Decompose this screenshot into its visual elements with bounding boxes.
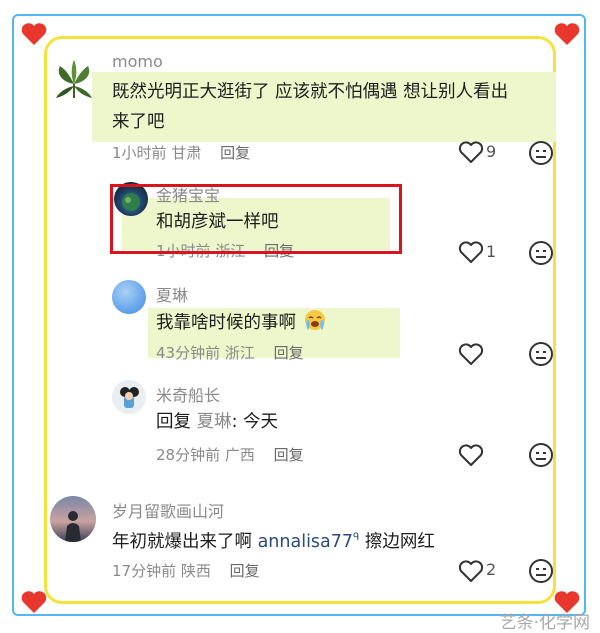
timestamp: 28分钟前 [156,446,221,464]
username[interactable]: 夏琳 [156,282,188,306]
location: 广西 [224,446,255,464]
person-silhouette-avatar-icon [65,511,81,542]
comment-text: 既然光明正大逛街了 应该就不怕偶遇 想让别人看出 来了吧 [112,78,552,136]
heart-outline-icon[interactable] [458,559,484,583]
comment-text: 我靠啥时候的事啊 [156,308,328,337]
like-count: 1 [486,242,497,261]
like-count: 2 [486,560,497,579]
timestamp: 43分钟前 [156,344,221,362]
comment-text: 回复 夏琳: 今天 [156,408,278,436]
comment-text-line: 既然光明正大逛街了 应该就不怕偶遇 想让别人看出 [112,82,509,102]
timestamp: 17分钟前 [112,562,177,580]
heart-outline-icon[interactable] [458,342,484,366]
user-mention[interactable]: annalisa77ᑫ [258,532,360,552]
heart-outline-icon[interactable] [458,443,484,467]
avatar[interactable] [52,58,96,102]
reply-button[interactable]: 回复 [274,344,304,362]
username[interactable]: momo [112,52,163,71]
avatar[interactable] [112,380,146,414]
reply-prefix: 回复 [156,412,191,432]
location: 浙江 [224,344,255,362]
reply-button[interactable]: 回复 [220,144,250,162]
username[interactable]: 岁月留歌画山河 [112,498,224,522]
comment-text-content: 擦边网红 [364,531,435,552]
meh-face-icon[interactable] [528,442,554,468]
timestamp: 1小时前 [112,144,167,162]
watermark: 艺条·化学网 [499,613,590,633]
comment-text-content: 年初就爆出来了啊 [112,531,252,552]
mention-badge: ᑫ [353,532,360,543]
avatar[interactable] [112,280,146,314]
comment-text: 年初就爆出来了啊 annalisa77ᑫ 擦边网红 [112,524,435,556]
like-count: 9 [486,142,497,161]
heart-outline-icon[interactable] [458,140,484,164]
comment-meta: 17分钟前 陕西 回复 [112,560,260,581]
meh-face-icon[interactable] [528,140,554,166]
reply-button[interactable]: 回复 [274,446,304,464]
location: 陕西 [180,562,211,580]
comment-text-content: 我靠啥时候的事啊 [156,313,296,333]
comment-meta: 43分钟前 浙江 回复 [156,342,304,363]
cartoon-avatar-icon [120,387,139,408]
heart-icon [554,23,580,45]
meh-face-icon[interactable] [528,341,554,367]
comment-meta: 1小时前 甘肃 回复 [112,142,250,163]
meh-face-icon[interactable] [528,558,554,584]
heart-icon [21,591,47,613]
plant-avatar-icon [56,60,92,98]
highlight-box [110,184,402,254]
comment-text-content: : 今天 [231,412,279,432]
heart-icon [21,23,47,45]
reply-target-user[interactable]: 夏琳 [197,412,232,432]
location: 甘肃 [171,144,202,162]
mention-name: annalisa77 [257,531,354,552]
crying-emoji-icon [304,310,325,330]
comment-text-line: 来了吧 [112,112,165,132]
reply-button[interactable]: 回复 [230,562,260,580]
avatar[interactable] [50,496,96,542]
username[interactable]: 米奇船长 [156,382,220,406]
meh-face-icon[interactable] [528,240,554,266]
heart-outline-icon[interactable] [458,240,484,264]
comment-meta: 28分钟前 广西 回复 [156,444,304,465]
